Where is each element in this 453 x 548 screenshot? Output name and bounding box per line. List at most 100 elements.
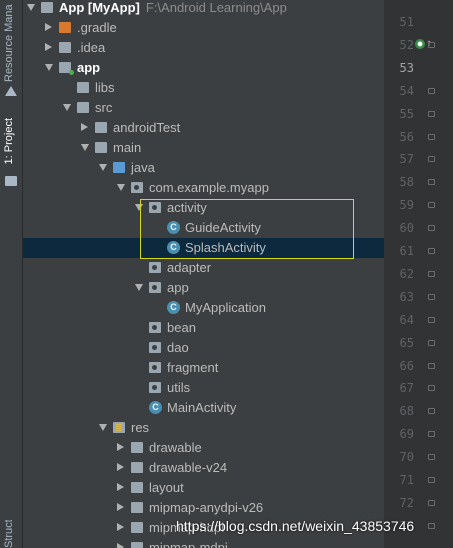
tree-row-label: MainActivity <box>167 400 237 415</box>
tree-row-label: activity <box>167 200 207 215</box>
chevron-down-icon[interactable] <box>27 4 35 11</box>
class-icon: C <box>167 221 180 234</box>
tree-row-gradle[interactable]: .gradle <box>23 18 384 38</box>
tree-row-myapplication[interactable]: C MyApplication <box>23 298 384 318</box>
tree-row-app[interactable]: app <box>23 58 384 78</box>
folder-icon <box>59 42 71 53</box>
tree-row-libs[interactable]: libs <box>23 78 384 98</box>
tree-row-src[interactable]: src <box>23 98 384 118</box>
chevron-down-icon[interactable] <box>99 424 107 431</box>
chevron-down-icon[interactable] <box>117 184 125 191</box>
chevron-down-icon[interactable] <box>135 204 143 211</box>
fold-marker-icon[interactable] <box>428 477 435 483</box>
tree-row-label: com.example.myapp <box>149 180 269 195</box>
fold-marker-icon[interactable] <box>428 133 435 140</box>
line-number: 57 <box>399 152 414 167</box>
tree-row-com-example-myapp[interactable]: com.example.myapp <box>23 178 384 198</box>
tree-row-mipmap-mdpi[interactable]: mipmap-mdpi <box>23 538 384 548</box>
tab-structure[interactable]: Structure <box>3 520 15 548</box>
chevron-down-icon[interactable] <box>63 104 71 111</box>
fold-marker-icon[interactable] <box>428 316 435 323</box>
tree-row-fragment[interactable]: fragment <box>23 358 384 378</box>
tree-row-utils[interactable]: utils <box>23 378 384 398</box>
chevron-down-icon[interactable] <box>45 64 53 71</box>
fold-marker-icon[interactable] <box>428 293 435 300</box>
folder-icon <box>95 122 107 133</box>
line-number: 66 <box>399 358 414 373</box>
tree-row-app-myapp[interactable]: App [MyApp] F:\Android Learning\App <box>23 0 384 18</box>
implemented-method-icon[interactable]: ● <box>415 39 425 49</box>
folder-icon <box>77 102 89 113</box>
fold-marker-icon[interactable] <box>428 87 435 94</box>
project-path: F:\Android Learning\App <box>145 0 287 15</box>
chevron-down-icon[interactable] <box>81 144 89 151</box>
tree-row-mipmap-anydpi-v26[interactable]: mipmap-anydpi-v26 <box>23 498 384 518</box>
fold-marker-icon[interactable] <box>428 110 435 117</box>
tab-project[interactable]: 1: Project <box>3 118 15 164</box>
fold-marker-icon[interactable] <box>428 431 435 438</box>
fold-marker-icon[interactable] <box>428 339 435 346</box>
tree-row-java[interactable]: java <box>23 158 384 178</box>
fold-marker-icon[interactable] <box>428 202 435 209</box>
folder-icon <box>131 442 143 453</box>
tree-row-mainactivity[interactable]: C MainActivity <box>23 398 384 418</box>
fold-marker-icon[interactable] <box>428 362 435 369</box>
line-number: 65 <box>399 335 414 350</box>
tree-row-layout[interactable]: layout <box>23 478 384 498</box>
chevron-down-icon[interactable] <box>135 284 143 291</box>
editor-gutter: ● ↑ 51 52 53 54 55 56 57 58 59 60 61 62 63 64 65 66 67 68… <box>384 0 453 548</box>
tree-row-drawable-v24[interactable]: drawable-v24 <box>23 458 384 478</box>
chevron-right-icon[interactable] <box>117 543 124 548</box>
line-number: 60 <box>399 221 414 236</box>
chevron-right-icon[interactable] <box>45 23 52 31</box>
tree-row-res[interactable]: res <box>23 418 384 438</box>
chevron-right-icon[interactable] <box>117 523 124 531</box>
tree-row-app[interactable]: app <box>23 278 384 298</box>
line-number: 69 <box>399 427 414 442</box>
chevron-right-icon[interactable] <box>117 443 124 451</box>
tree-row-dao[interactable]: dao <box>23 338 384 358</box>
tree-row-label: fragment <box>167 360 219 375</box>
fold-marker-icon[interactable] <box>428 408 435 415</box>
folder-icon <box>77 82 89 93</box>
tree-row-label: MyApplication <box>185 300 266 315</box>
fold-marker-icon[interactable] <box>428 270 435 277</box>
tree-row-label: src <box>95 100 113 115</box>
tree-row-adapter[interactable]: adapter <box>23 258 384 278</box>
tree-row-guideactivity[interactable]: C GuideActivity <box>23 218 384 238</box>
package-icon <box>149 202 161 213</box>
fold-marker-icon[interactable] <box>428 41 435 48</box>
tree-row-idea[interactable]: .idea <box>23 38 384 58</box>
folder-icon <box>113 162 125 173</box>
tab-resource-manager[interactable]: Resource Manager <box>3 4 15 82</box>
tree-row-main[interactable]: main <box>23 138 384 158</box>
tree-row-splashactivity[interactable]: C SplashActivity <box>23 238 384 258</box>
chevron-right-icon[interactable] <box>117 483 124 491</box>
watermark: https://blog.csdn.net/weixin_43853746 <box>176 518 415 534</box>
tree-row-label: drawable <box>149 440 202 455</box>
fold-marker-icon[interactable] <box>428 522 435 529</box>
fold-marker-icon[interactable] <box>428 499 435 506</box>
chevron-right-icon[interactable] <box>117 463 124 471</box>
tree-row-activity[interactable]: activity <box>23 198 384 218</box>
fold-marker-icon[interactable] <box>428 385 435 392</box>
tree-row-bean[interactable]: bean <box>23 318 384 338</box>
fold-marker-icon[interactable] <box>428 248 435 254</box>
chevron-down-icon[interactable] <box>99 164 107 171</box>
tree-row-androidtest[interactable]: androidTest <box>23 118 384 138</box>
tree-row-label: mipmap-anydpi-v26 <box>149 500 264 515</box>
folder-icon <box>113 422 125 433</box>
fold-marker-icon[interactable] <box>428 225 435 232</box>
chevron-right-icon[interactable] <box>45 43 52 51</box>
fold-marker-icon[interactable] <box>428 156 435 163</box>
tree-row-label: .gradle <box>77 20 117 35</box>
line-number: 61 <box>399 244 414 258</box>
tree-row-drawable[interactable]: drawable <box>23 438 384 458</box>
line-number: 55 <box>399 106 414 121</box>
folder-icon <box>95 142 107 153</box>
line-number: 68 <box>399 404 414 419</box>
chevron-right-icon[interactable] <box>81 123 88 131</box>
chevron-right-icon[interactable] <box>117 503 124 511</box>
fold-marker-icon[interactable] <box>428 454 435 461</box>
fold-marker-icon[interactable] <box>428 179 435 186</box>
